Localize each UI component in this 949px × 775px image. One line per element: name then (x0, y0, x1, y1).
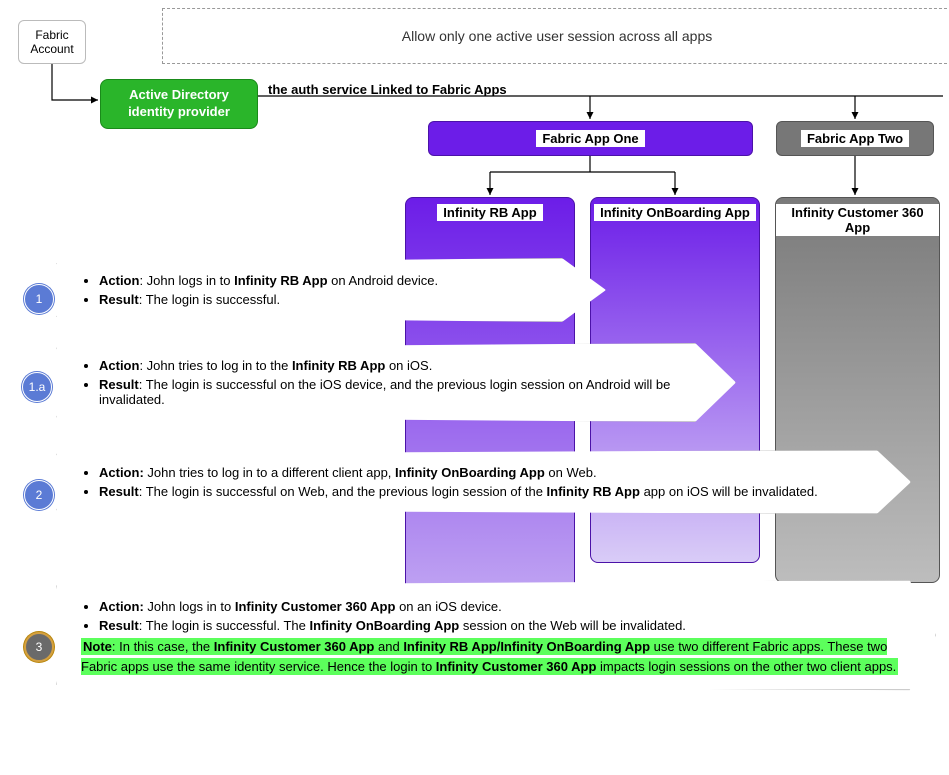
step-1a-result: Result: The login is successful on the i… (99, 377, 707, 407)
active-directory-node: Active Directory identity provider (100, 79, 258, 129)
fabric-account-node: Fabric Account (18, 20, 86, 64)
step-1-bubble: 1 (24, 284, 54, 314)
step-2-bubble: 2 (24, 480, 54, 510)
step-1a-banner: Action: John tries to log in to the Infi… (56, 343, 736, 422)
step-1-result: Result: The login is successful. (99, 292, 577, 307)
step-2-banner: Action: John tries to log in to a differ… (56, 450, 911, 514)
step-3-action: Action: John logs in to Infinity Custome… (99, 599, 907, 614)
infinity-onboarding-label: Infinity OnBoarding App (594, 204, 756, 221)
step-1a-action: Action: John tries to log in to the Infi… (99, 358, 707, 373)
fabric-app-two-node: Fabric App Two (776, 121, 934, 156)
infinity-360-label: Infinity Customer 360 App (776, 204, 939, 236)
active-directory-label: Active Directory identity provider (105, 87, 253, 121)
step-1-banner: Action: John logs in to Infinity RB App … (56, 258, 606, 322)
allow-one-session-text: Allow only one active user session acros… (402, 28, 713, 44)
step-3-banner: Action: John logs in to Infinity Custome… (56, 580, 936, 690)
allow-one-session-note: Allow only one active user session acros… (162, 8, 949, 64)
step-1a-bubble: 1.a (22, 372, 52, 402)
infinity-rb-label: Infinity RB App (437, 204, 542, 221)
auth-service-edge-label: the auth service Linked to Fabric Apps (268, 82, 507, 97)
step-2-action: Action: John tries to log in to a differ… (99, 465, 882, 480)
step-1-action: Action: John logs in to Infinity RB App … (99, 273, 577, 288)
step-3-note: Note: In this case, the Infinity Custome… (81, 637, 907, 677)
step-3-result: Result: The login is successful. The Inf… (99, 618, 907, 633)
infinity-360-column: Infinity Customer 360 App (775, 197, 940, 583)
fabric-app-two-label: Fabric App Two (801, 130, 909, 147)
fabric-account-label: Fabric Account (19, 28, 85, 56)
step-2-result: Result: The login is successful on Web, … (99, 484, 882, 499)
diagram-root: Allow only one active user session acros… (0, 0, 949, 775)
fabric-app-one-label: Fabric App One (536, 130, 644, 147)
fabric-app-one-node: Fabric App One (428, 121, 753, 156)
step-3-bubble: 3 (24, 632, 54, 662)
